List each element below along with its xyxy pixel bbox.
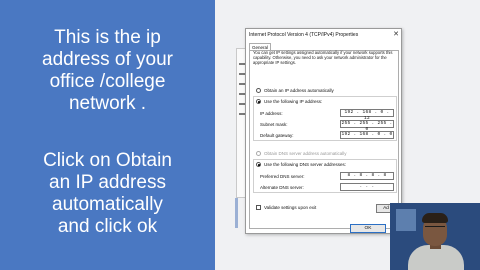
- slide-line: office /college: [49, 71, 166, 92]
- webcam-window: [396, 209, 416, 231]
- alternate-dns-label: Alternate DNS server:: [260, 185, 304, 190]
- use-following-ip-radio[interactable]: [256, 99, 261, 104]
- presenter-hair: [422, 213, 448, 223]
- close-icon[interactable]: ✕: [393, 31, 399, 38]
- validate-settings-label[interactable]: Validate settings upon exit: [264, 205, 316, 210]
- validate-settings-checkbox[interactable]: [256, 205, 261, 210]
- slide-text-ip-description: This is the ip address of your office /c…: [0, 27, 215, 115]
- presenter-glasses: [425, 226, 445, 230]
- obtain-dns-auto-radio[interactable]: [256, 151, 261, 156]
- slide-line: address of your: [42, 49, 173, 70]
- alternate-dns-field[interactable]: . . .: [340, 183, 394, 191]
- default-gateway-label: Default gateway:: [260, 133, 294, 138]
- ok-button[interactable]: OK: [350, 224, 386, 233]
- subnet-mask-label: Subnet mask:: [260, 122, 288, 127]
- preferred-dns-field[interactable]: 8 . 8 . 8 . 8: [340, 172, 394, 180]
- slide-line: This is the ip: [54, 27, 161, 48]
- slide-text-instruction: Click on Obtain an IP address automatica…: [0, 150, 215, 238]
- use-following-dns-radio[interactable]: [256, 162, 261, 167]
- slide-line: network .: [68, 93, 147, 114]
- use-following-dns-label[interactable]: Use the following DNS server addresses:: [264, 162, 346, 167]
- dialog-title: Internet Protocol Version 4 (TCP/IPv4) P…: [249, 32, 359, 38]
- slide-line: automatically: [52, 194, 163, 215]
- subnet-mask-field[interactable]: 255 . 255 . 255 . 0: [340, 120, 394, 132]
- obtain-ip-auto-radio[interactable]: [256, 88, 261, 93]
- default-gateway-field[interactable]: 192 . 168 . 0 . 0: [340, 131, 394, 139]
- use-following-ip-label[interactable]: Use the following IP address:: [264, 99, 322, 104]
- ip-address-label: IP address:: [260, 111, 283, 116]
- obtain-ip-auto-label[interactable]: Obtain an IP address automatically: [264, 88, 334, 93]
- preferred-dns-label: Preferred DNS server:: [260, 174, 305, 179]
- obtain-dns-auto-label[interactable]: Obtain DNS server address automatically: [264, 151, 347, 156]
- dialog-titlebar[interactable]: Internet Protocol Version 4 (TCP/IPv4) P…: [246, 29, 401, 41]
- slide-line: an IP address: [49, 172, 166, 193]
- ip-address-field[interactable]: 192 . 168 . 0 . 12: [340, 109, 394, 121]
- webcam-video: [390, 203, 480, 270]
- slide-line: Click on Obtain: [43, 150, 172, 171]
- info-text: You can get IP settings assigned automat…: [253, 50, 393, 65]
- decorative-divider: [235, 198, 238, 228]
- slide-line: and click ok: [57, 216, 158, 237]
- slide-text-panel: This is the ip address of your office /c…: [0, 0, 215, 270]
